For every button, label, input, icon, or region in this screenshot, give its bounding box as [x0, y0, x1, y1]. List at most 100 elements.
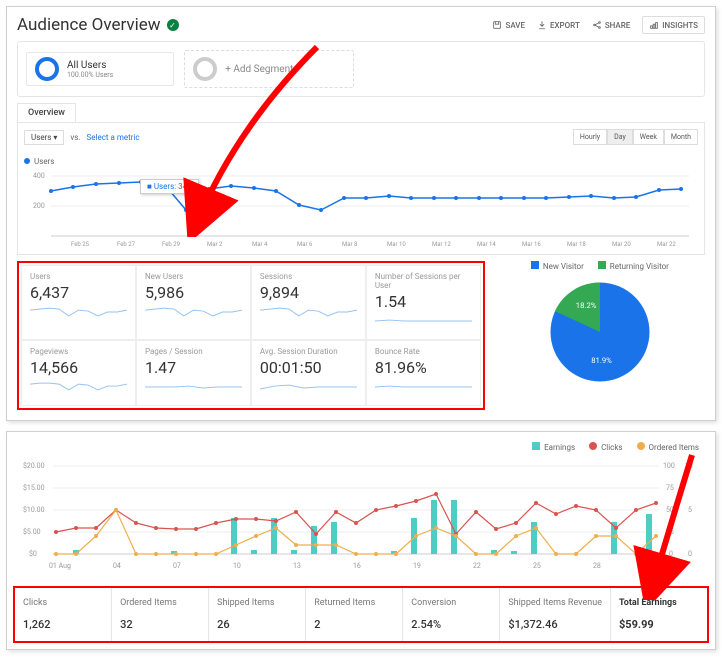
svg-text:10: 10 [685, 462, 693, 470]
legend-new-visitor: New Visitor [543, 262, 584, 271]
vs-label: vs. [70, 133, 80, 142]
svg-text:$10.00: $10.00 [23, 506, 45, 514]
metric-pages-per-session[interactable]: Pages / Session1.47 [136, 340, 251, 406]
legend-square-icon [598, 261, 606, 269]
metrics-summary-grid: Users6,437 New Users5,986 Sessions9,894 … [17, 261, 485, 410]
amz-metric-shipped[interactable]: Shipped Items26 [209, 588, 306, 641]
amz-metrics-row: Clicks1,262 Ordered Items32 Shipped Item… [13, 586, 709, 643]
legend-square-icon [532, 442, 540, 450]
legend-clicks: Clicks [601, 443, 622, 452]
amz-metric-clicks[interactable]: Clicks1,262 [15, 588, 112, 641]
range-hourly[interactable]: Hourly [573, 129, 607, 145]
plus-circle-icon [193, 57, 217, 81]
metric-bounce-rate[interactable]: Bounce Rate81.96% [366, 340, 481, 406]
svg-text:Mar 2: Mar 2 [207, 241, 223, 248]
report-tabs: Overview [17, 103, 705, 122]
svg-text:13: 13 [293, 562, 301, 570]
svg-text:0: 0 [688, 550, 692, 558]
legend-dot-icon [589, 442, 597, 450]
svg-text:18.2%: 18.2% [576, 301, 597, 310]
tab-overview[interactable]: Overview [17, 103, 76, 122]
amz-metric-revenue[interactable]: Shipped Items Revenue$1,372.46 [500, 588, 611, 641]
amz-metric-conversion[interactable]: Conversion2.54% [403, 588, 500, 641]
add-segment-button[interactable]: + Add Segment [184, 50, 354, 88]
svg-text:75: 75 [666, 484, 674, 492]
svg-text:$0: $0 [29, 550, 37, 558]
svg-text:Feb 25: Feb 25 [71, 241, 90, 248]
svg-text:19: 19 [413, 562, 421, 570]
metric-pageviews[interactable]: Pageviews14,566 [21, 340, 136, 406]
share-label: SHARE [605, 21, 630, 30]
page-title: Audience Overview [17, 15, 161, 35]
svg-text:04: 04 [113, 562, 121, 570]
export-button[interactable]: EXPORT [537, 20, 580, 30]
save-button[interactable]: SAVE [492, 20, 525, 30]
share-button[interactable]: SHARE [592, 20, 630, 30]
users-line-chart[interactable]: 400 200 Feb 25 Feb 27 Feb 29 Mar 2 Mar 4 Mar … [24, 168, 698, 248]
ga-audience-panel: Audience Overview ✓ SAVE EXPORT SHARE IN… [6, 6, 716, 421]
save-label: SAVE [505, 21, 525, 30]
metric-sessions[interactable]: Sessions9,894 [251, 265, 366, 340]
svg-text:5: 5 [688, 506, 692, 514]
time-range-buttons: Hourly Day Week Month [573, 129, 698, 145]
segment-all-users[interactable]: All Users 100.00% Users [26, 52, 174, 86]
segment-circle-icon [35, 57, 59, 81]
legend-square-icon [531, 261, 539, 269]
metric-new-users[interactable]: New Users5,986 [136, 265, 251, 340]
segment-name: All Users [67, 60, 113, 71]
amz-metric-returned[interactable]: Returned Items2 [306, 588, 403, 641]
svg-text:0: 0 [669, 550, 673, 558]
svg-text:Mar 22: Mar 22 [657, 241, 676, 248]
range-day[interactable]: Day [607, 129, 633, 145]
range-month[interactable]: Month [664, 129, 698, 145]
svg-text:Feb 29: Feb 29 [162, 241, 180, 248]
svg-text:07: 07 [173, 562, 181, 570]
chart-legend-users: Users [34, 157, 54, 166]
svg-text:25: 25 [533, 562, 541, 570]
svg-text:25: 25 [666, 528, 674, 536]
svg-text:28: 28 [593, 562, 601, 570]
svg-text:16: 16 [353, 562, 361, 570]
metric-users[interactable]: Users6,437 [21, 265, 136, 340]
svg-text:100: 100 [663, 462, 675, 470]
insights-button[interactable]: INSIGHTS [642, 16, 705, 34]
amz-metric-total-earnings[interactable]: Total Earnings$59.99 [611, 588, 707, 641]
svg-text:Feb 27: Feb 27 [117, 241, 136, 248]
visitor-pie-chart[interactable]: 18.2% 81.9% [545, 277, 655, 387]
export-label: EXPORT [550, 21, 580, 30]
range-week[interactable]: Week [633, 129, 664, 145]
add-segment-label: + Add Segment [225, 64, 293, 75]
metric-avg-session-duration[interactable]: Avg. Session Duration00:01:50 [251, 340, 366, 406]
y-200: 200 [33, 202, 45, 210]
segment-pct: 100.00% Users [67, 71, 113, 79]
svg-text:Mar 6: Mar 6 [297, 241, 313, 248]
y-400: 400 [33, 172, 45, 180]
svg-text:Mar 20: Mar 20 [612, 241, 631, 248]
svg-text:Mar 18: Mar 18 [567, 241, 586, 248]
svg-text:Mar 14: Mar 14 [477, 241, 496, 248]
svg-text:Mar 12: Mar 12 [432, 241, 451, 248]
ga-header: Audience Overview ✓ SAVE EXPORT SHARE IN… [17, 13, 705, 41]
svg-text:Aug: Aug [643, 562, 655, 570]
legend-ordered: Ordered Items [649, 443, 699, 452]
metric-dropdown[interactable]: Users ▾ [24, 130, 64, 145]
visitor-type-pie-area: New Visitor Returning Visitor 18.2% 81.9… [495, 261, 705, 410]
amz-metric-ordered[interactable]: Ordered Items32 [112, 588, 209, 641]
svg-text:Mar 8: Mar 8 [342, 241, 358, 248]
svg-text:01 Aug: 01 Aug [49, 562, 71, 570]
users-chart-container: Users ▾ vs. Select a metric Hourly Day W… [17, 122, 705, 255]
select-metric-link[interactable]: Select a metric [87, 133, 140, 142]
svg-text:Mar 4: Mar 4 [252, 241, 268, 248]
amz-combo-chart[interactable]: $20.00 $15.00 $10.00 $5.00 $0 10010 75 5… [13, 456, 709, 576]
legend-returning-visitor: Returning Visitor [610, 262, 669, 271]
svg-text:Mar 16: Mar 16 [522, 241, 541, 248]
segment-bar: All Users 100.00% Users + Add Segment [17, 41, 705, 97]
svg-text:10: 10 [233, 562, 241, 570]
metric-sessions-per-user[interactable]: Number of Sessions per User1.54 [366, 265, 481, 340]
svg-text:Mar 10: Mar 10 [387, 241, 406, 248]
legend-dot-icon [637, 442, 645, 450]
svg-text:50: 50 [666, 506, 674, 514]
chart-tooltip: ■ Users: 344 [140, 179, 199, 194]
legend-earnings: Earnings [544, 443, 575, 452]
svg-text:$20.00: $20.00 [23, 462, 45, 470]
